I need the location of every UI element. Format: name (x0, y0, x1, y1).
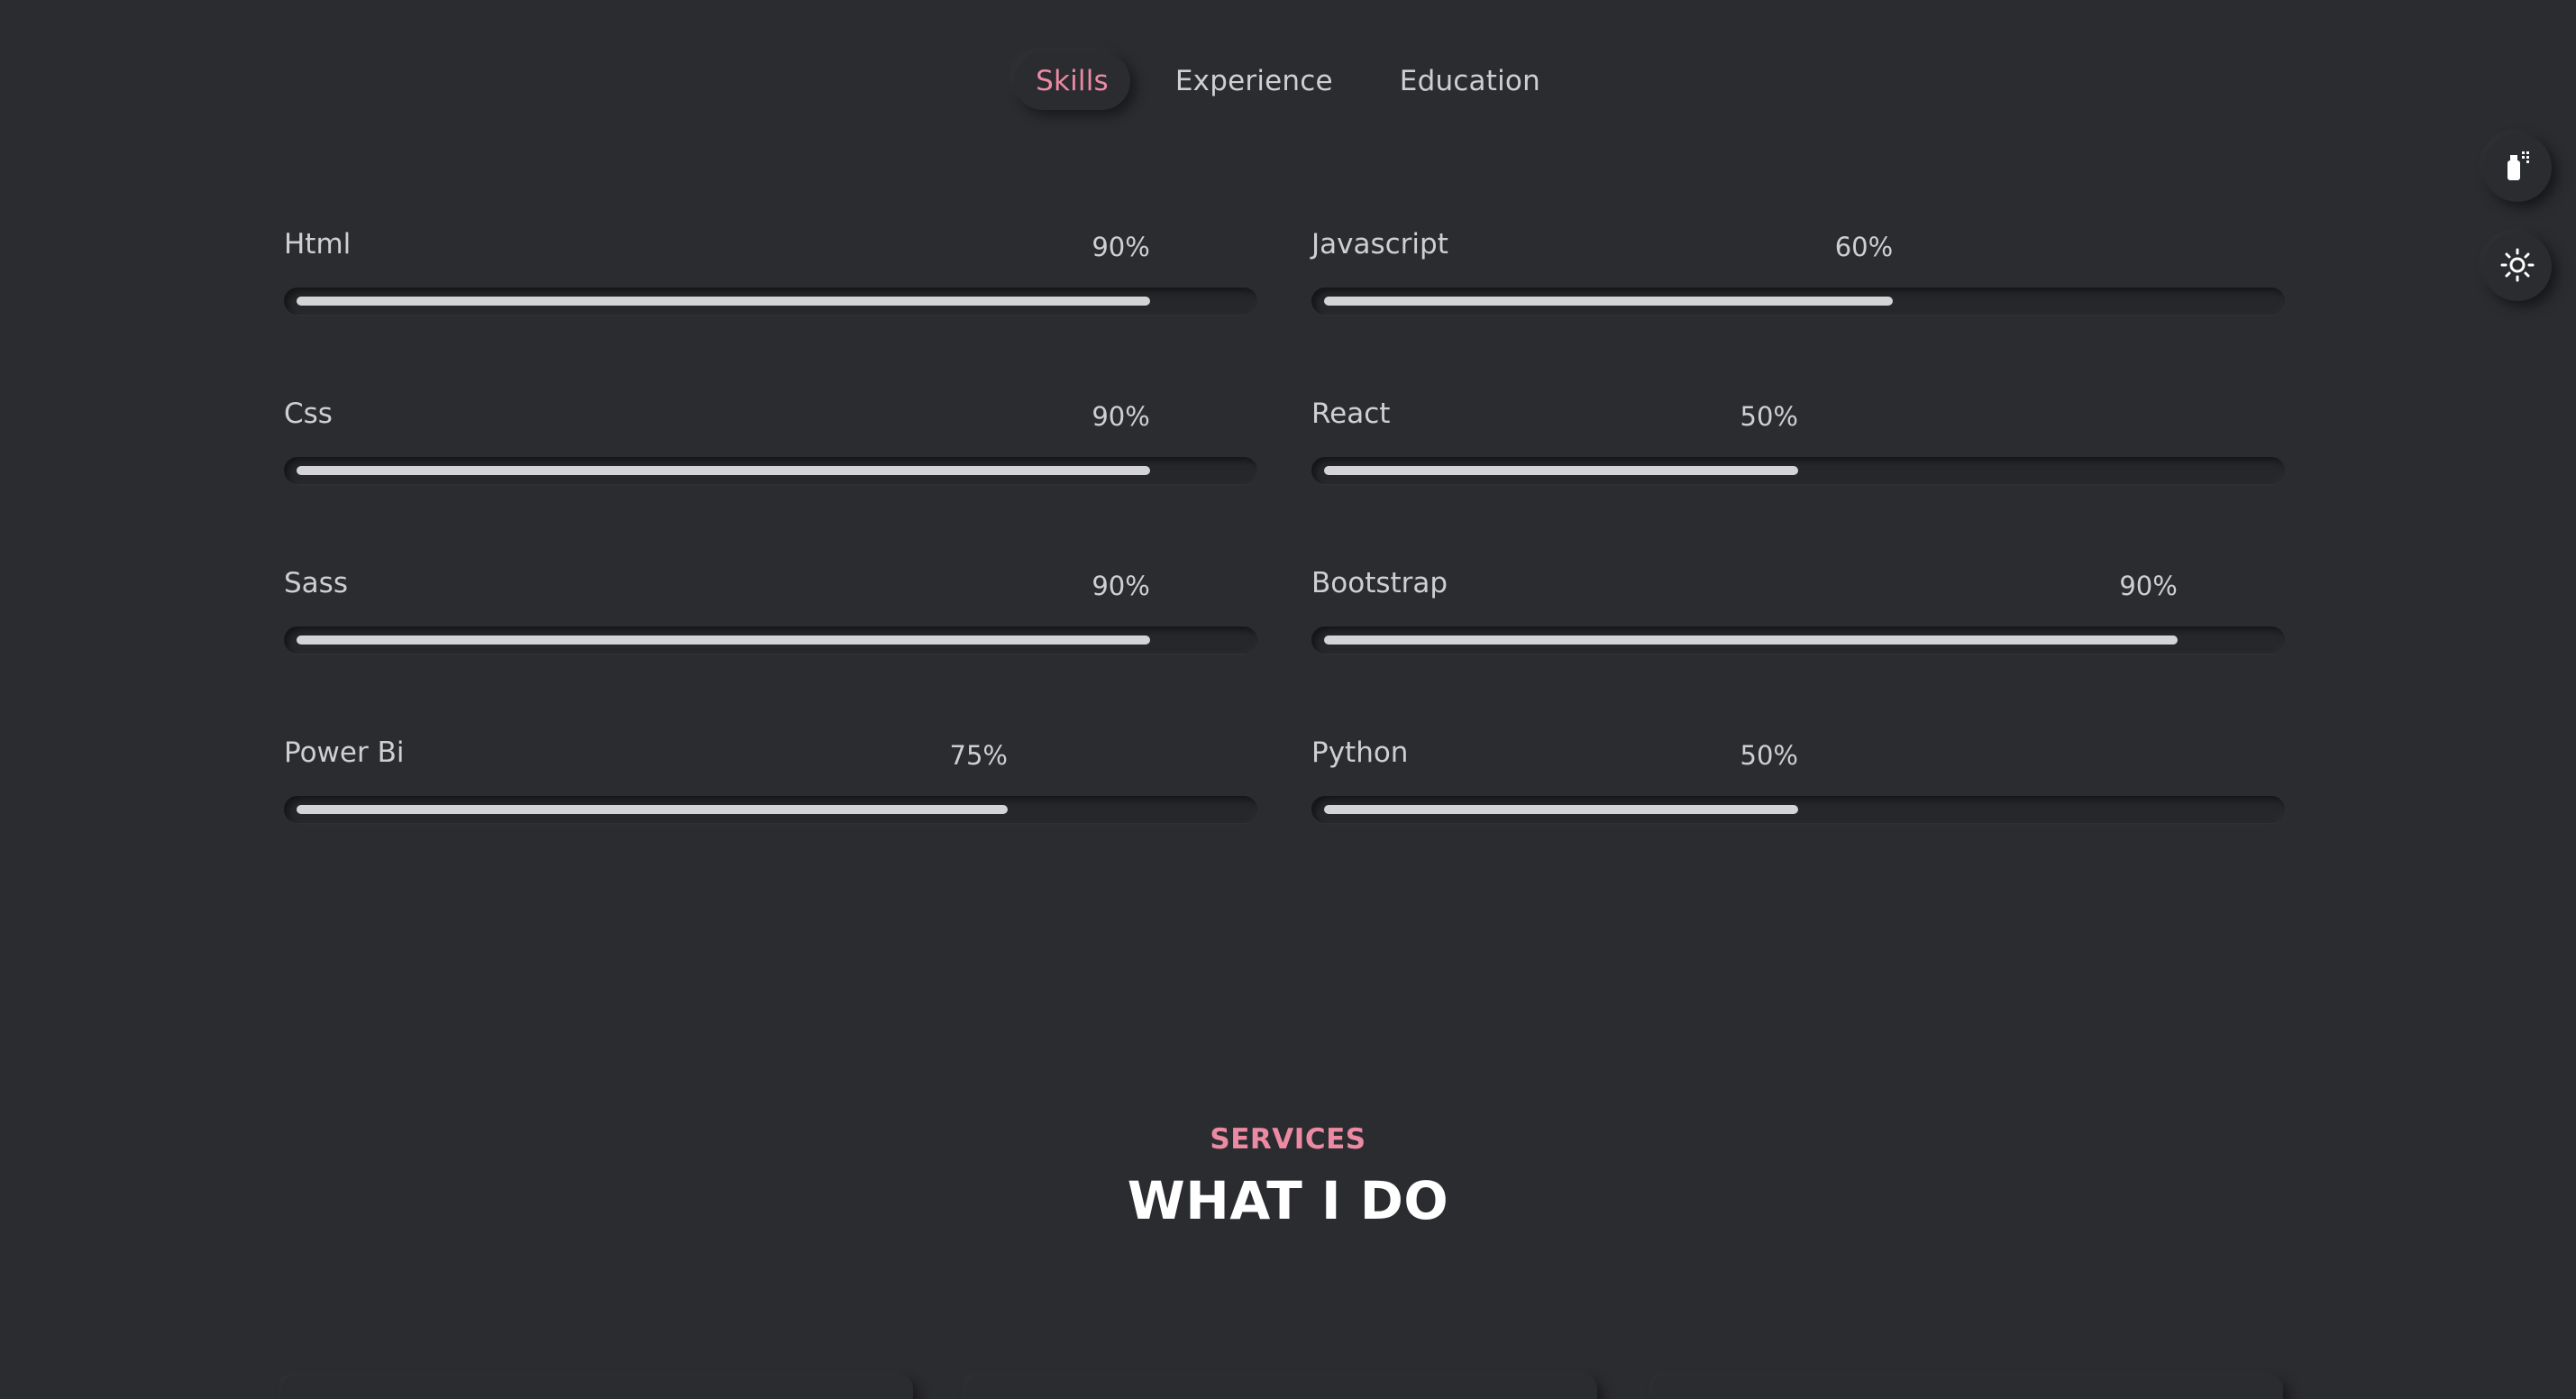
skills-grid: Html 90% Javascript 60% Css 90% React 50… (284, 228, 2285, 906)
tab-education[interactable]: Education (1378, 52, 1562, 110)
skill-bootstrap: Bootstrap 90% (1311, 567, 2285, 736)
progress-fill (1324, 805, 1798, 814)
progress-track (284, 796, 1257, 823)
progress-fill (1324, 466, 1798, 475)
progress-track (1311, 457, 2285, 484)
skill-name: Css (284, 398, 333, 430)
progress-fill (1324, 635, 2178, 645)
skill-react: React 50% (1311, 398, 2285, 567)
service-card (966, 1376, 1597, 1399)
skill-percent: 90% (1092, 571, 1150, 601)
skill-sass: Sass 90% (284, 567, 1257, 736)
progress-fill (297, 635, 1150, 645)
skill-percent: 90% (1092, 401, 1150, 432)
skill-html: Html 90% (284, 228, 1257, 398)
sun-icon (2500, 248, 2535, 286)
skill-percent: 50% (1740, 401, 1798, 432)
progress-fill (297, 805, 1008, 814)
progress-track (1311, 796, 2285, 823)
skill-name: Html (284, 228, 352, 261)
progress-fill (297, 466, 1150, 475)
theme-toggle-button[interactable] (2483, 233, 2552, 301)
progress-fill (297, 297, 1150, 306)
skill-javascript: Javascript 60% (1311, 228, 2285, 398)
progress-track (284, 457, 1257, 484)
skill-css: Css 90% (284, 398, 1257, 567)
spray-paint-icon (2502, 148, 2533, 187)
skill-name: Bootstrap (1311, 567, 1448, 599)
skill-percent: 90% (2119, 571, 2178, 601)
skill-python: Python 50% (1311, 736, 2285, 906)
skill-percent: 90% (1092, 232, 1150, 262)
progress-track (284, 626, 1257, 654)
skill-name: Javascript (1311, 228, 1448, 261)
section-title: WHAT I DO (1127, 1170, 1449, 1231)
progress-track (1311, 288, 2285, 315)
page: Skills Experience Education Html 90% Jav… (0, 0, 2576, 1399)
tab-experience[interactable]: Experience (1154, 52, 1355, 110)
service-card (282, 1376, 913, 1399)
skill-name: React (1311, 398, 1391, 430)
skill-name: Sass (284, 567, 348, 599)
skill-percent: 50% (1740, 740, 1798, 771)
skill-percent: 60% (1834, 232, 1894, 262)
section-subtitle: SERVICES (1210, 1123, 1366, 1156)
theme-color-button[interactable] (2483, 133, 2552, 202)
tab-skills[interactable]: Skills (1014, 52, 1130, 110)
service-card (1652, 1376, 2283, 1399)
progress-track (1311, 626, 2285, 654)
skill-power-bi: Power Bi 75% (284, 736, 1257, 906)
tab-bar: Skills Experience Education (0, 52, 2576, 110)
skill-name: Power Bi (284, 736, 405, 769)
skill-percent: 75% (949, 740, 1008, 771)
progress-fill (1324, 297, 1894, 306)
progress-track (284, 288, 1257, 315)
skill-name: Python (1311, 736, 1409, 769)
